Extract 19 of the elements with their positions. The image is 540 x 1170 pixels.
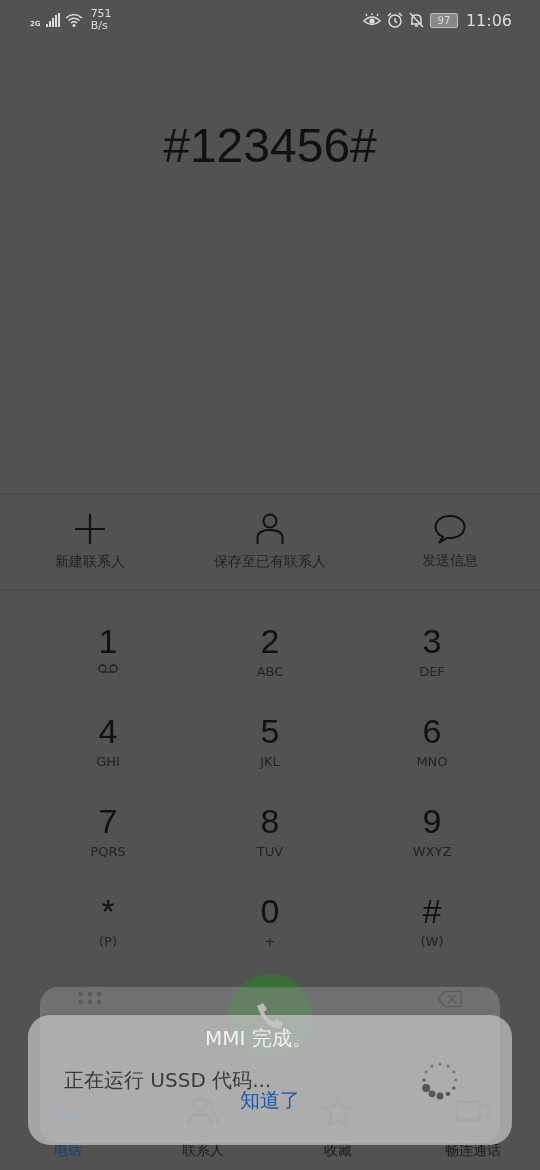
signal-icon xyxy=(45,13,60,27)
progress-message: 正在运行 USSD 代码... xyxy=(64,1066,272,1092)
speed-unit: B/s xyxy=(90,20,109,32)
wifi-icon xyxy=(64,13,83,27)
person-icon xyxy=(256,512,284,545)
battery-icon: 97 xyxy=(429,12,458,28)
dial-key[interactable]: 1 xyxy=(40,620,176,704)
eye-icon xyxy=(362,13,381,27)
dialog-message: MMI 完成。 xyxy=(205,1025,312,1052)
clock-time: 11:06 xyxy=(465,10,512,30)
speed-value: 751 xyxy=(90,8,112,20)
dial-key[interactable]: 0 + xyxy=(202,890,338,974)
loading-spinner-icon xyxy=(420,1060,460,1100)
alarm-icon xyxy=(386,12,403,28)
bell-off-icon xyxy=(408,12,424,28)
dialed-number: #123456# xyxy=(163,118,377,173)
plus-icon xyxy=(74,512,106,545)
speech-bubble-icon xyxy=(434,513,466,544)
voicemail-icon xyxy=(98,664,118,673)
